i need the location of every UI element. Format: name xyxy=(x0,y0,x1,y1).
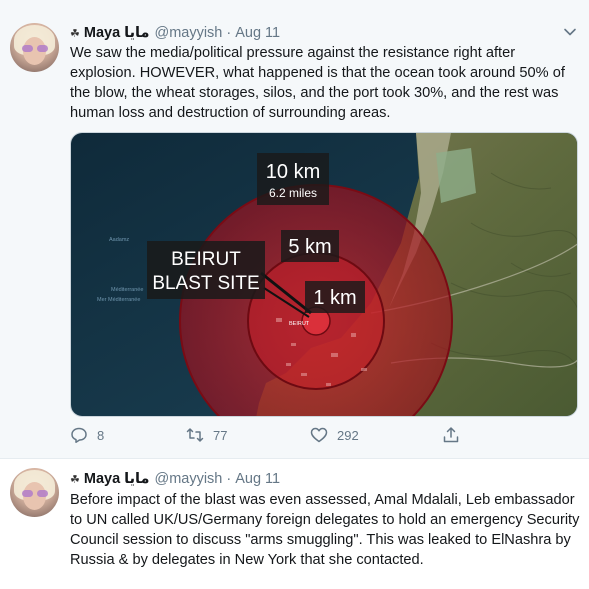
share-button[interactable] xyxy=(442,426,469,444)
reply-icon xyxy=(71,427,87,443)
map-label-sea-2: Méditerranée xyxy=(111,287,143,293)
tweet[interactable]: ☘ Maya مايا @mayyish · Aug 11 We saw the… xyxy=(0,0,589,459)
display-name[interactable]: Maya xyxy=(84,471,120,487)
label-10km-miles: 6.2 miles xyxy=(269,186,317,200)
tweet-media-map[interactable]: 10 km 6.2 miles 5 km 1 km BEIRUT BLAST S… xyxy=(70,132,578,417)
like-count: 292 xyxy=(337,427,359,443)
user-handle[interactable]: @mayyish xyxy=(154,25,222,41)
label-10km: 10 km xyxy=(266,161,320,183)
retweet-button[interactable]: 77 xyxy=(186,426,227,444)
tweet-text: We saw the media/political pressure agai… xyxy=(70,45,565,121)
tweet-date[interactable]: Aug 11 xyxy=(235,25,280,41)
label-1km: 1 km xyxy=(313,287,356,309)
name-emoji: ☘ xyxy=(70,473,80,486)
like-button[interactable]: 292 xyxy=(310,426,359,444)
map-label-small-place: Aadamz xyxy=(109,237,129,243)
map-label-sea-1: Mer Méditerranée xyxy=(97,297,140,303)
name-emoji: ☘ xyxy=(70,27,80,40)
retweet-icon xyxy=(186,428,204,442)
tweet[interactable]: ☘ Maya مايا @mayyish · Aug 11 Before imp… xyxy=(0,459,589,589)
avatar-glasses xyxy=(22,490,48,497)
tweet-text: Before impact of the blast was even asse… xyxy=(70,492,580,568)
tweet-date[interactable]: Aug 11 xyxy=(235,471,280,487)
avatar[interactable] xyxy=(10,468,59,517)
map-label-city: BEIRUT xyxy=(289,321,310,327)
retweet-count: 77 xyxy=(213,427,228,443)
reply-button[interactable]: 8 xyxy=(70,426,104,444)
reply-count: 8 xyxy=(97,427,105,443)
heart-icon xyxy=(310,427,328,443)
avatar[interactable] xyxy=(10,23,59,72)
header-separator: · xyxy=(226,25,232,41)
share-icon xyxy=(443,427,459,443)
label-site-line1: BEIRUT xyxy=(171,249,241,270)
display-name-arabic[interactable]: مايا xyxy=(124,471,149,487)
header-separator: · xyxy=(226,471,232,487)
user-handle[interactable]: @mayyish xyxy=(154,471,222,487)
chevron-down-icon[interactable] xyxy=(563,25,577,39)
avatar-glasses xyxy=(22,45,48,52)
tweet-header: ☘ Maya مايا @mayyish · Aug 11 xyxy=(70,23,280,43)
label-5km: 5 km xyxy=(288,236,331,258)
display-name[interactable]: Maya xyxy=(84,25,120,41)
label-site-line2: BLAST SITE xyxy=(152,273,259,294)
blast-map: 10 km 6.2 miles 5 km 1 km BEIRUT BLAST S… xyxy=(71,133,577,416)
tweet-header: ☘ Maya مايا @mayyish · Aug 11 xyxy=(70,469,280,489)
tweet-actions: 8 77 292 xyxy=(70,426,470,448)
display-name-arabic[interactable]: مايا xyxy=(124,25,149,41)
